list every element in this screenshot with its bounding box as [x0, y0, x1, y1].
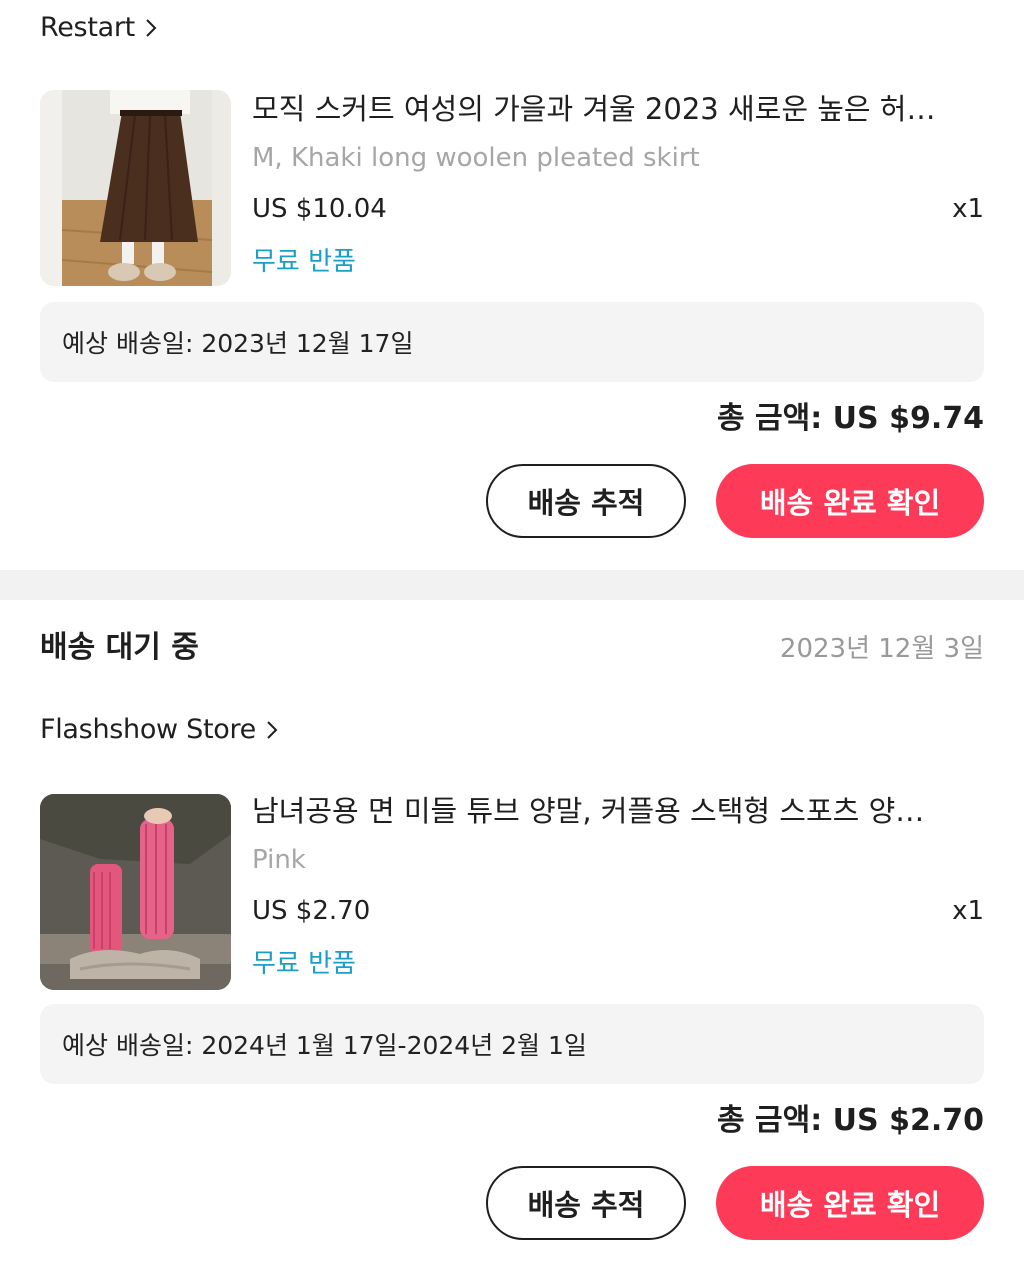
product-price: US $10.04	[252, 194, 387, 224]
order-total: 총 금액: US $2.70	[717, 1103, 984, 1138]
product-price: US $2.70	[252, 896, 371, 926]
order-card: 배송 대기 중 2023년 12월 3일 Flashshow Store 남녀공…	[0, 600, 1024, 1271]
product-title[interactable]: 모직 스커트 여성의 가을과 겨울 2023 새로운 높은 허…	[252, 86, 987, 128]
order-total: 총 금액: US $9.74	[717, 401, 984, 436]
delivery-estimate-box: 예상 배송일: 2023년 12월 17일	[40, 302, 984, 382]
chevron-right-icon	[267, 720, 278, 739]
skirt-photo	[40, 90, 231, 286]
product-quantity: x1	[952, 896, 984, 926]
delivery-estimate: 예상 배송일: 2023년 12월 17일	[62, 329, 414, 358]
product-title[interactable]: 남녀공용 면 미들 튜브 양말, 커플용 스택형 스포츠 양…	[252, 788, 987, 830]
product-image[interactable]	[40, 90, 231, 286]
confirm-delivery-button[interactable]: 배송 완료 확인	[716, 1166, 984, 1240]
socks-photo	[40, 794, 231, 990]
order-card: Restart 모직 스커트 여성의 가을과 겨울 2023 새로운 높은 허……	[0, 0, 1024, 570]
product-image[interactable]	[40, 794, 231, 990]
product-quantity: x1	[952, 194, 984, 224]
order-status: 배송 대기 중	[40, 630, 199, 665]
delivery-estimate-box: 예상 배송일: 2024년 1월 17일-2024년 2월 1일	[40, 1004, 984, 1084]
confirm-delivery-button[interactable]: 배송 완료 확인	[716, 464, 984, 538]
track-shipment-button[interactable]: 배송 추적	[486, 464, 686, 538]
store-name: Restart	[40, 12, 135, 43]
chevron-right-icon	[146, 18, 157, 37]
order-date: 2023년 12월 3일	[779, 634, 984, 664]
delivery-estimate: 예상 배송일: 2024년 1월 17일-2024년 2월 1일	[62, 1031, 587, 1060]
product-variant: Pink	[252, 845, 306, 875]
product-variant: M, Khaki long woolen pleated skirt	[252, 143, 700, 173]
track-shipment-button[interactable]: 배송 추적	[486, 1166, 686, 1240]
free-return-label[interactable]: 무료 반품	[252, 241, 356, 278]
section-divider	[0, 570, 1024, 600]
store-link[interactable]: Restart	[40, 12, 157, 43]
store-link[interactable]: Flashshow Store	[40, 714, 278, 745]
free-return-label[interactable]: 무료 반품	[252, 943, 356, 980]
store-name: Flashshow Store	[40, 714, 256, 745]
